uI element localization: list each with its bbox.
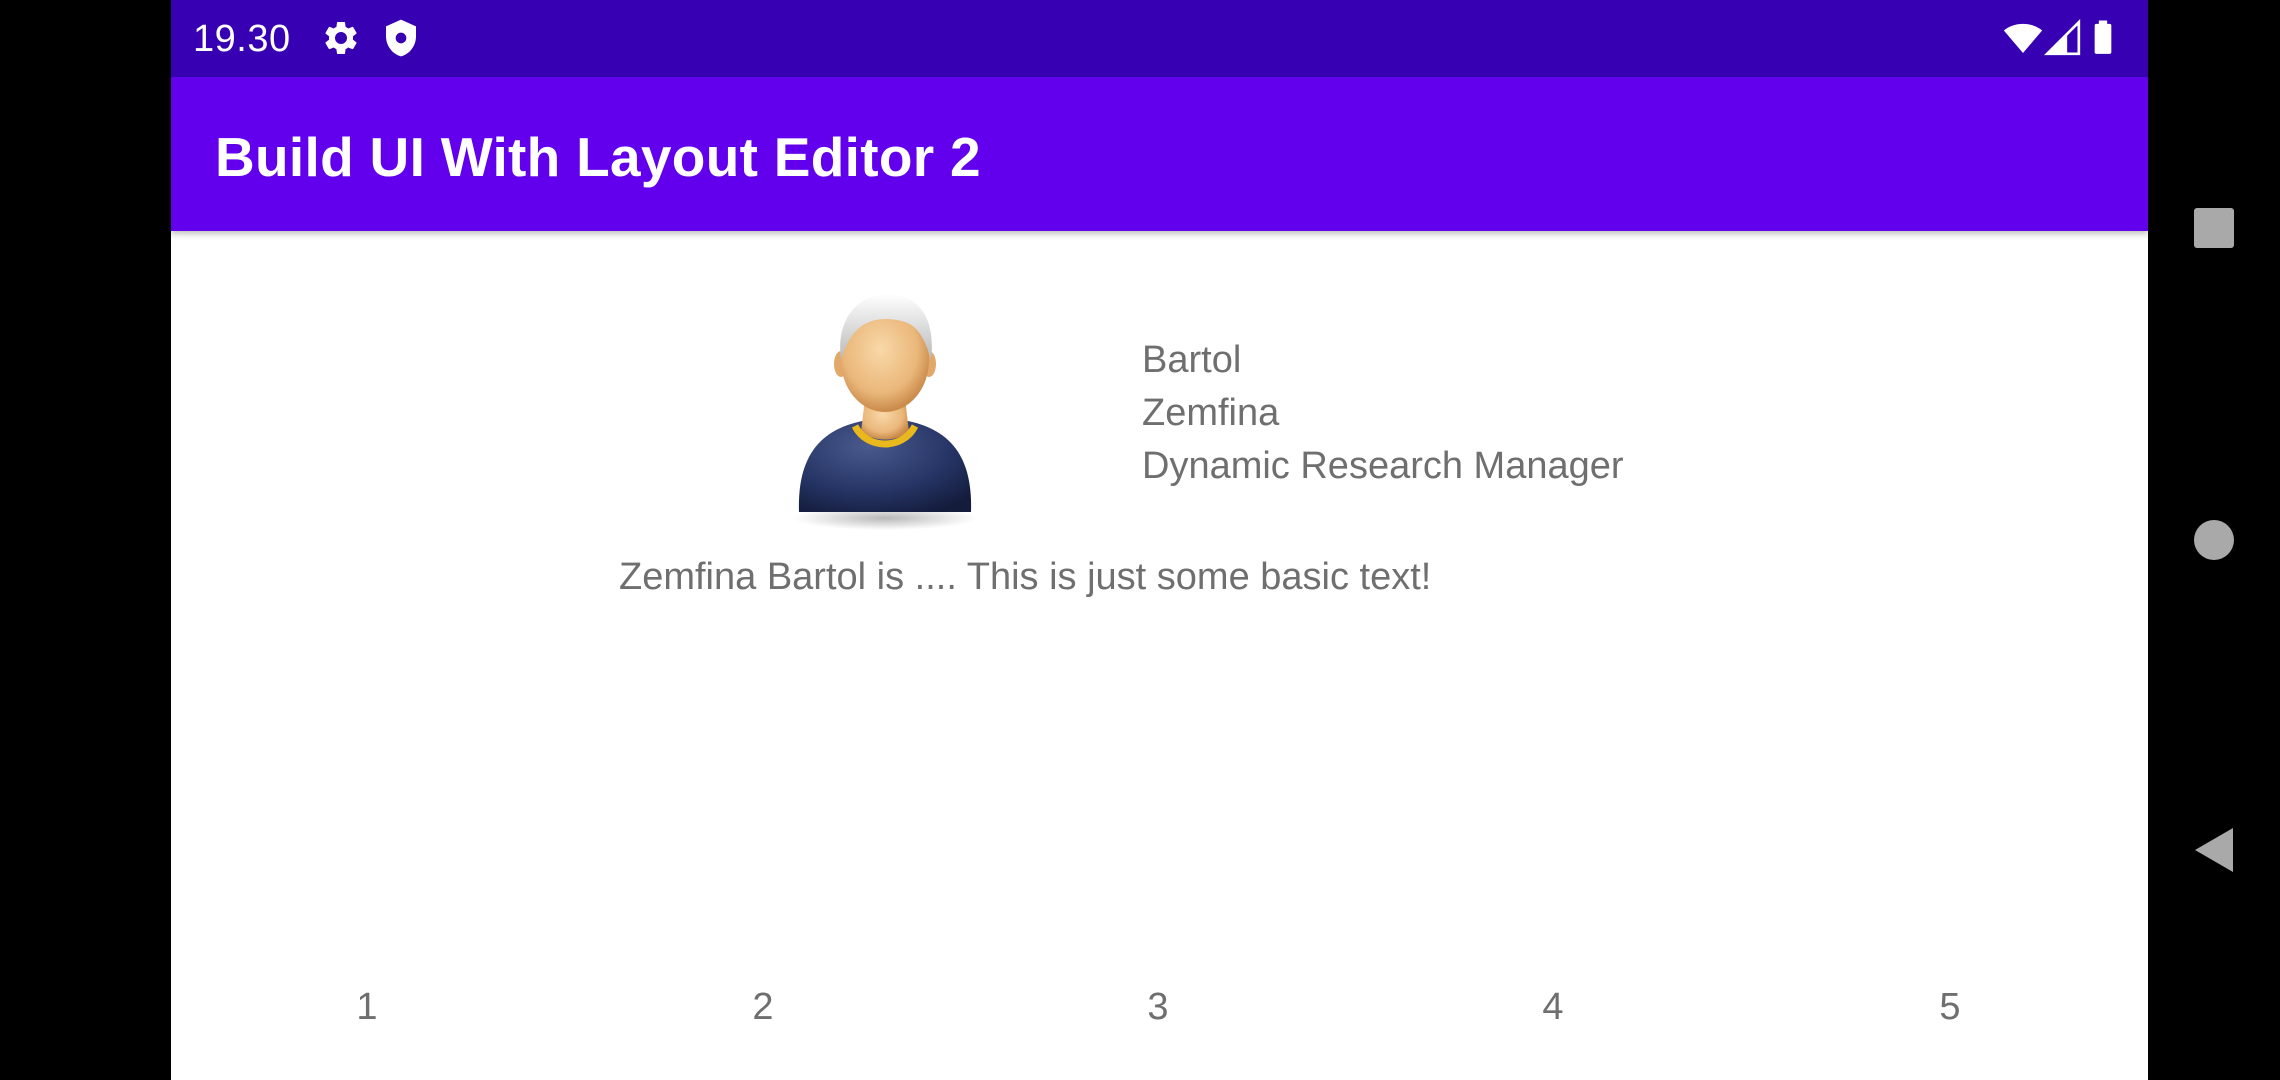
signal-icon xyxy=(2043,18,2083,58)
battery-icon xyxy=(2083,18,2123,58)
home-circle-icon xyxy=(2194,520,2234,560)
person-avatar-icon xyxy=(785,290,985,530)
number-item: 3 xyxy=(1147,986,1169,1028)
number-item: 2 xyxy=(752,986,774,1028)
status-bar: 19.30 xyxy=(171,0,2148,77)
first-name-text: Bartol xyxy=(1142,339,1242,381)
navigation-bar xyxy=(2148,0,2280,1080)
number-item: 1 xyxy=(356,986,378,1028)
number-item: 5 xyxy=(1939,986,1961,1028)
app-title: Build UI With Layout Editor 2 xyxy=(215,126,981,188)
shield-icon xyxy=(381,18,421,58)
wifi-icon xyxy=(2003,18,2043,58)
recents-button[interactable] xyxy=(2148,178,2280,278)
status-time: 19.30 xyxy=(193,18,291,60)
last-name-text: Zemfina xyxy=(1142,392,1280,434)
back-button[interactable] xyxy=(2148,800,2280,900)
description-text: Zemfina Bartol is .... This is just some… xyxy=(619,556,1432,598)
recents-square-icon xyxy=(2194,208,2234,248)
app-screen: 19.30 Build UI With Layout Editor 2 Bart… xyxy=(171,0,2148,1080)
back-triangle-icon xyxy=(2195,828,2233,872)
gear-icon xyxy=(321,18,361,58)
number-row: 1 2 3 4 5 xyxy=(171,985,2148,1029)
job-title-text: Dynamic Research Manager xyxy=(1142,445,1624,487)
home-button[interactable] xyxy=(2148,490,2280,590)
app-bar: Build UI With Layout Editor 2 xyxy=(171,77,2148,231)
number-item: 4 xyxy=(1542,986,1564,1028)
